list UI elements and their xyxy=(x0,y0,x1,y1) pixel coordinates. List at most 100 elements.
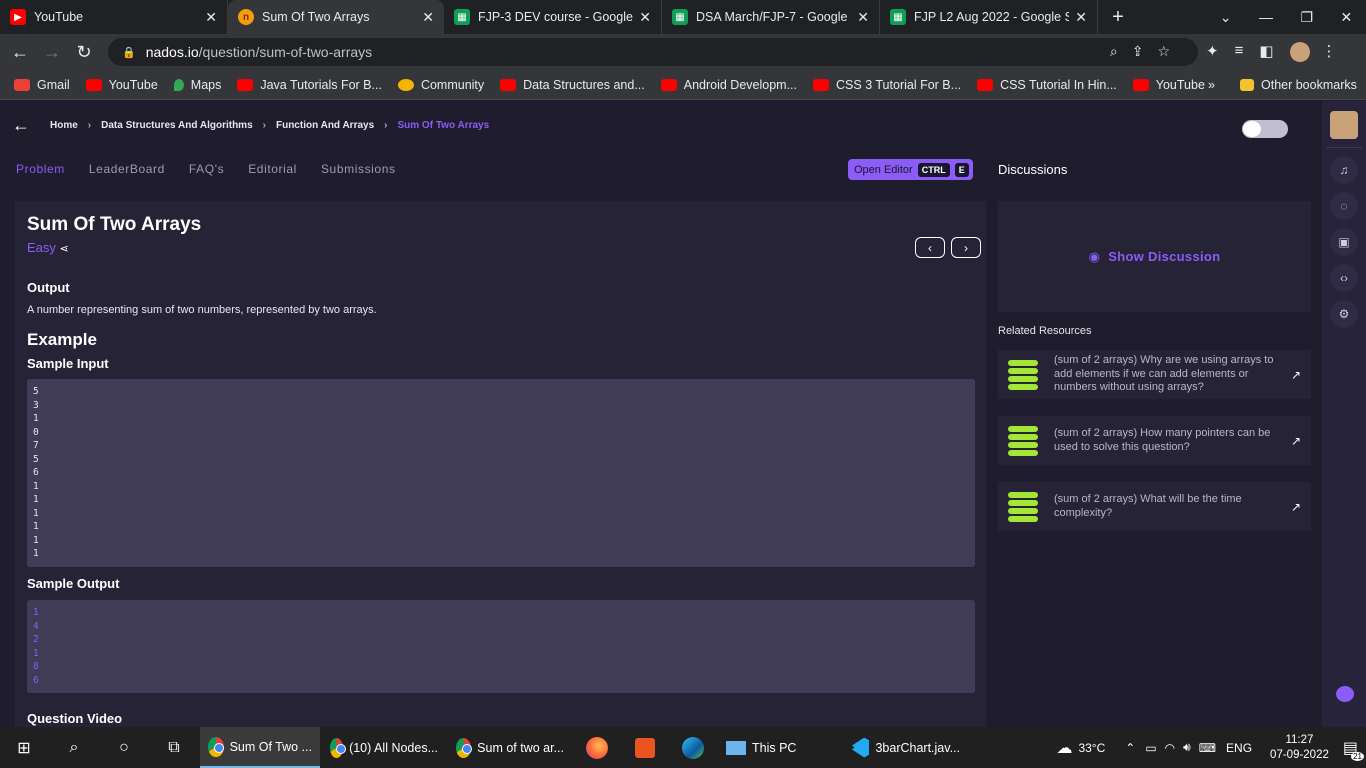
computer-icon xyxy=(726,740,746,755)
bookmark-star-icon[interactable]: ☆ xyxy=(1157,43,1184,59)
settings-gear-icon[interactable]: ⚙ xyxy=(1330,300,1358,328)
show-discussion-button[interactable]: ◉ Show Discussion xyxy=(998,201,1311,312)
language-indicator[interactable]: ENG xyxy=(1226,741,1252,755)
taskbar-chrome-all-nodes[interactable]: (10) All Nodes... xyxy=(322,727,446,768)
tab-search-icon[interactable]: ⌄ xyxy=(1220,9,1232,26)
input-line: 0 xyxy=(33,426,39,438)
close-window-button[interactable]: ✕ xyxy=(1340,9,1352,26)
breadcrumb-function-arrays[interactable]: Function And Arrays xyxy=(276,120,374,131)
chevron-up-icon[interactable]: ⌃ xyxy=(1125,741,1135,755)
windows-start-icon[interactable]: ⊞ xyxy=(0,727,48,768)
tab-sum-of-two-arrays[interactable]: n Sum Of Two Arrays ✕ xyxy=(228,0,444,34)
bookmark-gmail[interactable]: Gmail xyxy=(14,78,70,92)
tab-fjp3[interactable]: ▦ FJP-3 DEV course - Google Sl ✕ xyxy=(444,0,662,34)
restore-button[interactable]: ❐ xyxy=(1300,9,1313,26)
related-resource-item[interactable]: (sum of 2 arrays) How many pointers can … xyxy=(998,416,1311,465)
weather-temperature[interactable]: 33°C xyxy=(1078,741,1105,755)
taskbar-chrome-sum-of-two-ar[interactable]: Sum of two ar... xyxy=(448,727,572,768)
tab-fjp-l2[interactable]: ▦ FJP L2 Aug 2022 - Google Sh ✕ xyxy=(880,0,1098,34)
new-tab-button[interactable]: + xyxy=(1098,0,1138,34)
youtube-icon xyxy=(85,78,102,91)
media-icon[interactable]: ≡ xyxy=(1235,42,1244,62)
clock[interactable]: 11:27 07-09-2022 xyxy=(1270,733,1329,763)
close-tab-icon[interactable]: ✕ xyxy=(639,9,651,26)
open-editor-button[interactable]: Open Editor CTRL E xyxy=(848,159,973,180)
search-icon[interactable]: ⌕ xyxy=(50,727,98,768)
ubuntu-icon[interactable] xyxy=(622,727,668,768)
bookmark-android[interactable]: Android Developm... xyxy=(660,78,797,92)
code-icon[interactable]: ‹› xyxy=(1330,264,1358,292)
google-sheets-icon: ▦ xyxy=(672,9,688,25)
bookmark-youtube-2[interactable]: YouTube xyxy=(1132,78,1205,92)
bookmark-youtube[interactable]: YouTube xyxy=(85,78,158,92)
bookmark-java[interactable]: Java Tutorials For B... xyxy=(237,78,382,92)
tab-faqs[interactable]: FAQ's xyxy=(189,162,224,176)
bookmark-maps[interactable]: Maps xyxy=(173,78,221,92)
chat-bubble-icon[interactable] xyxy=(1336,686,1354,702)
external-link-icon: ↗ xyxy=(1290,433,1301,448)
wifi-icon[interactable]: ◠ xyxy=(1165,741,1175,755)
taskbar-this-pc[interactable]: This PC xyxy=(718,727,842,768)
input-line: 1 xyxy=(33,521,39,532)
bookmarks-overflow-button[interactable]: » xyxy=(1208,78,1215,92)
tab-youtube[interactable]: ▶ YouTube ✕ xyxy=(0,0,228,34)
back-arrow-icon[interactable]: ← xyxy=(4,42,36,63)
theme-toggle[interactable] xyxy=(1242,120,1288,138)
close-tab-icon[interactable]: ✕ xyxy=(205,9,217,26)
bell-icon[interactable]: ♫ xyxy=(1330,156,1358,184)
notification-icon[interactable]: ▤ 21 xyxy=(1343,738,1364,761)
side-panel-icon[interactable]: ◧ xyxy=(1259,42,1273,62)
bookmark-css-hindi[interactable]: CSS Tutorial In Hin... xyxy=(977,78,1117,92)
share-icon[interactable]: ⋖ xyxy=(60,243,69,255)
weather-cloud-icon[interactable]: ☁ xyxy=(1056,738,1072,758)
minimize-button[interactable]: — xyxy=(1259,9,1273,25)
external-link-icon: ↗ xyxy=(1290,367,1301,382)
breadcrumb: ← Home › Data Structures And Algorithms … xyxy=(12,115,489,136)
tab-problem[interactable]: Problem xyxy=(16,162,65,176)
close-tab-icon[interactable]: ✕ xyxy=(1075,9,1087,26)
other-bookmarks-folder[interactable]: Other bookmarks xyxy=(1240,78,1357,92)
cortana-icon[interactable]: ○ xyxy=(100,727,148,768)
close-tab-icon[interactable]: ✕ xyxy=(422,9,434,26)
resource-stack-icon xyxy=(1008,490,1038,524)
next-problem-button[interactable]: › xyxy=(951,237,981,258)
input-line: 1 xyxy=(33,534,39,546)
breadcrumb-dsa[interactable]: Data Structures And Algorithms xyxy=(101,120,253,131)
user-avatar[interactable] xyxy=(1330,111,1358,139)
keyboard-icon[interactable]: ⌨ xyxy=(1199,741,1216,755)
taskbar-vscode[interactable]: 3barChart.jav... xyxy=(844,727,968,768)
tab-leaderboard[interactable]: LeaderBoard xyxy=(89,162,165,176)
close-tab-icon[interactable]: ✕ xyxy=(857,9,869,26)
volume-icon[interactable]: 🔊︎ xyxy=(1183,740,1191,755)
previous-problem-button[interactable]: ‹ xyxy=(915,237,945,258)
address-bar[interactable]: 🔒 nados.io/question/sum-of-two-arrays ⌕⇪… xyxy=(108,38,1198,66)
taskbar-chrome-sum-of-two[interactable]: Sum Of Two ... xyxy=(200,727,320,768)
bookmark-community[interactable]: Community xyxy=(397,78,484,92)
menu-icon[interactable]: ⋮ xyxy=(1322,42,1337,62)
related-resources-title: Related Resources xyxy=(998,325,1092,337)
battery-icon[interactable]: ▭ xyxy=(1145,741,1156,755)
forward-arrow-icon[interactable]: → xyxy=(36,42,68,63)
tab-submissions[interactable]: Submissions xyxy=(321,162,396,176)
tab-editorial[interactable]: Editorial xyxy=(248,162,297,176)
share-icon[interactable]: ⇪ xyxy=(1132,43,1158,59)
input-line: 5 xyxy=(33,386,39,397)
calendar-icon[interactable]: ▣ xyxy=(1330,228,1358,256)
firefox-icon[interactable] xyxy=(574,727,620,768)
related-resource-item[interactable]: (sum of 2 arrays) Why are we using array… xyxy=(998,350,1311,399)
extensions-icon[interactable]: ✦ xyxy=(1206,42,1219,62)
profile-avatar[interactable] xyxy=(1289,42,1310,62)
task-view-icon[interactable]: ⧉ xyxy=(150,727,198,768)
breadcrumb-home[interactable]: Home xyxy=(50,120,78,131)
tab-dsa-march[interactable]: ▦ DSA March/FJP-7 - Google S ✕ xyxy=(662,0,880,34)
edge-icon[interactable] xyxy=(670,727,716,768)
related-resource-item[interactable]: (sum of 2 arrays) What will be the time … xyxy=(998,482,1311,531)
bookmark-css3[interactable]: CSS 3 Tutorial For B... xyxy=(813,78,961,92)
reload-icon[interactable]: ↻ xyxy=(68,42,100,63)
chat-icon[interactable]: ◌ xyxy=(1330,192,1358,220)
output-heading: Output xyxy=(27,280,70,295)
youtube-icon xyxy=(977,78,994,91)
bookmark-dsa[interactable]: Data Structures and... xyxy=(500,78,645,92)
back-arrow-icon[interactable]: ← xyxy=(12,115,30,136)
zoom-search-icon[interactable]: ⌕ xyxy=(1110,43,1132,59)
